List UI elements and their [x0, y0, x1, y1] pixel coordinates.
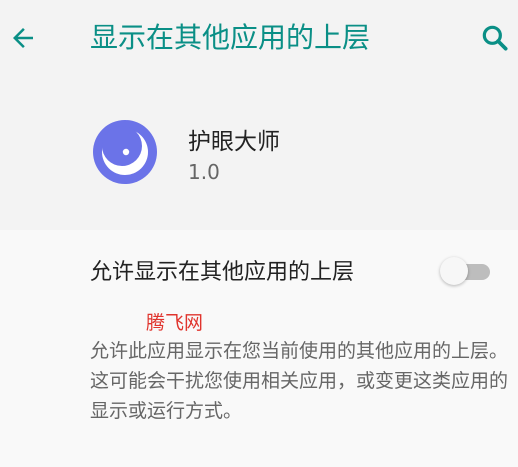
watermark-text: 腾飞网	[146, 312, 204, 334]
overlay-permission-screen: 显示在其他应用的上层 护眼大师 1.0 允许显示在其他应用的上层 腾飞网 允许此…	[0, 0, 518, 467]
search-button[interactable]	[476, 18, 514, 58]
moon-icon	[92, 119, 158, 185]
page-title: 显示在其他应用的上层	[90, 21, 371, 54]
back-button[interactable]	[6, 18, 40, 58]
permission-section: 允许显示在其他应用的上层 腾飞网 允许此应用显示在您当前使用的其他应用的上层。这…	[0, 230, 518, 467]
arrow-left-icon	[8, 23, 38, 53]
overlay-permission-label: 允许显示在其他应用的上层	[90, 260, 355, 285]
permission-description: 允许此应用显示在您当前使用的其他应用的上层。这可能会干扰您使用相关应用，或变更这…	[90, 340, 509, 422]
search-icon	[479, 22, 511, 54]
app-version: 1.0	[188, 160, 220, 184]
overlay-permission-switch[interactable]	[440, 256, 492, 286]
switch-thumb	[440, 257, 468, 285]
app-name: 护眼大师	[188, 129, 280, 155]
app-info: 护眼大师 1.0	[0, 82, 518, 230]
toolbar: 显示在其他应用的上层	[0, 0, 518, 80]
overlay-permission-row[interactable]: 允许显示在其他应用的上层	[0, 248, 518, 292]
